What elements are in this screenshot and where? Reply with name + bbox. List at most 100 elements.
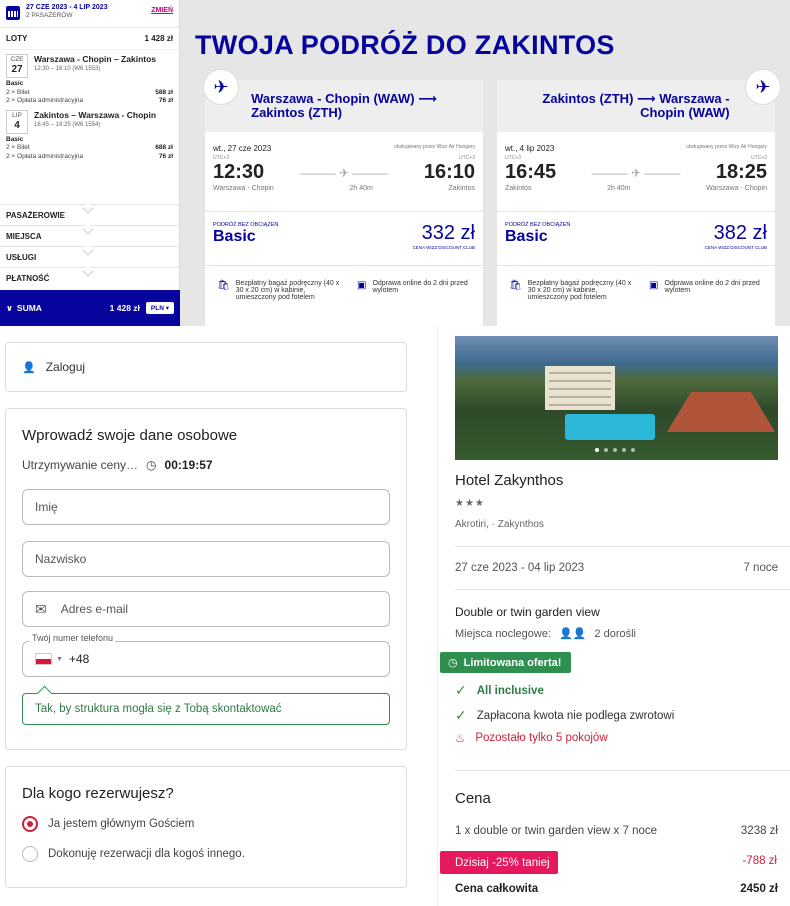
last-name-field[interactable]: Nazwisko: [22, 541, 390, 577]
perk-label: All inclusive: [476, 684, 544, 697]
first-name-placeholder: Imię: [35, 500, 58, 514]
return-card-route: Zakintos (ZTH) ⟶ Warszawa - Chopin (WAW): [497, 80, 775, 132]
login-button[interactable]: 👤 Zaloguj: [5, 342, 407, 392]
fare-block: PODRÓŻ BEZ OBCIĄŻEŃ Basic 382 zł CENA WI…: [497, 212, 775, 266]
checkin-text: Odprawa online do 2 dni przed wylotem: [664, 280, 760, 294]
photo-roof: [667, 392, 775, 432]
outbound-leg: CZE 27 Warszawa - Chopin – Zakintos 12:3…: [0, 50, 179, 80]
rooms-left-warning: ♨ Pozostało tylko 5 pokojów: [455, 731, 608, 745]
chevron-down-icon[interactable]: ▼: [56, 656, 63, 663]
carousel-dot[interactable]: [622, 448, 626, 452]
radio-someone-else[interactable]: Dokonuję rezerwacji dla kogoś innego.: [22, 846, 390, 862]
checkin-icon: ▣: [357, 280, 367, 291]
check-icon: ✓: [455, 682, 467, 698]
hotel-photo[interactable]: [455, 336, 778, 460]
outbound-flight-card: ✈ Warszawa - Chopin (WAW) ⟶ Zakintos (ZTH…: [203, 69, 483, 326]
sum-label: SUMA: [16, 303, 42, 313]
fare-line-label: 2 × Bilet: [6, 144, 30, 151]
price-line-label: 1 x double or twin garden view x 7 noce: [455, 825, 658, 837]
discount-badge: Dzisiaj -25% taniej: [440, 851, 558, 874]
limited-offer-badge: ◷ Limitowana oferta!: [440, 652, 572, 673]
radio-label: Dokonuję rezerwacji dla kogoś innego.: [48, 848, 245, 860]
last-name-placeholder: Nazwisko: [35, 552, 87, 566]
clock-icon: ◷: [448, 657, 458, 669]
inbound-date-box: LIP 4: [6, 109, 28, 134]
radio-label: Ja jestem głównym Gościem: [48, 818, 195, 830]
fare-line: 2 × Bilet 588 zł: [6, 89, 173, 98]
fare-line-label: 2 × Bilet: [6, 88, 30, 96]
section-passengers[interactable]: PASAŻEROWIE: [0, 204, 180, 225]
fare-line-price: 76 zł: [158, 152, 173, 160]
guests-icon: 👤👤: [559, 628, 587, 640]
outbound-month: CZE: [10, 56, 24, 63]
carousel-dot[interactable]: [595, 448, 599, 452]
section-services[interactable]: USŁUGI: [0, 246, 180, 267]
clock-icon: ◷: [146, 458, 157, 472]
outbound-date-box: CZE 27: [6, 54, 28, 78]
contact-hint: Tak, by struktura mogła się z Tobą skont…: [22, 693, 390, 725]
arrival-time: 18:25: [715, 161, 767, 183]
bag-icon: 🛍: [217, 280, 230, 291]
return-flight-card: ✈ Zakintos (ZTH) ⟶ Warszawa - Chopin (WAW…: [497, 69, 781, 326]
login-label: Zaloguj: [45, 360, 86, 374]
personal-details-form: Wprowadź swoje dane osobowe Utrzymywanie…: [5, 408, 407, 750]
radio-selected[interactable]: [22, 816, 38, 832]
inbound-fare: Basic 2 × Bilet 688 zł 2 × Opłata adminis…: [0, 136, 179, 162]
fare-benefits: 🛍 Bezpłatny bagaż podręczny (40 x 30 x 20…: [205, 266, 483, 301]
carousel-dot[interactable]: [631, 448, 635, 452]
fare-benefits: 🛍 Bezpłatny bagaż podręczny (40 x 30 x 20…: [497, 266, 775, 301]
change-button[interactable]: ZMIEŃ: [151, 7, 173, 14]
checkin-text: Odprawa online do 2 dni przed wylotem: [372, 280, 468, 294]
total-bar[interactable]: ∨ SUMA 1 428 zł PLN ▾: [0, 290, 180, 326]
fare-line: 2 × Bilet 688 zł: [6, 144, 173, 153]
photo-building: [545, 366, 615, 410]
checkin-icon: ▣: [649, 280, 659, 291]
rooms-left-label: Pozostało tylko 5 pokojów: [475, 732, 608, 744]
first-name-field[interactable]: Imię: [22, 489, 390, 525]
section-seats[interactable]: MIEJSCA: [0, 225, 180, 246]
price-line: 1 x double or twin garden view x 7 noce …: [455, 825, 778, 837]
limited-offer-label: Limitowana oferta!: [463, 656, 562, 669]
fare-block: PODRÓŻ BEZ OBCIĄŻEŃ Basic 332 zł CENA WI…: [205, 212, 483, 266]
trip-dates: 27 CZE 2023 - 4 LIP 2023: [26, 4, 108, 11]
fare-name: Basic: [213, 228, 256, 245]
departure-time: 16:45: [505, 161, 557, 183]
flights-total: 1 428 zł: [144, 34, 173, 43]
route-line: Zakintos (ZTH): [251, 105, 343, 120]
stay-dates: 27 cze 2023 - 04 lip 2023 7 noce: [455, 562, 778, 574]
photo-pool: [565, 414, 655, 440]
departure-time: 12:30: [213, 161, 265, 183]
perk-all-inclusive: ✓ All inclusive: [455, 682, 544, 699]
email-field[interactable]: ✉ Adres e-mail: [22, 591, 390, 627]
inbound-fare-name: Basic: [6, 135, 24, 143]
carousel-dots[interactable]: [595, 448, 635, 452]
occupancy-label: Miejsca noclegowe:: [455, 627, 551, 640]
user-icon: 👤: [22, 361, 36, 374]
calendar-icon: [6, 6, 20, 20]
route-line: Zakintos (ZTH) ⟶ Warszawa -: [542, 91, 730, 106]
plane-arrow-icon: ——— ✈ ———: [591, 165, 681, 180]
carousel-dot[interactable]: [604, 448, 608, 452]
fare-line: 2 × Opłata administracyjna 76 zł: [6, 153, 173, 162]
carousel-dot[interactable]: [613, 448, 617, 452]
poland-flag-icon[interactable]: [35, 653, 52, 665]
phone-field[interactable]: ▼ +48: [22, 641, 390, 677]
divider: [455, 589, 790, 590]
radio-main-guest[interactable]: Ja jestem głównym Gościem: [22, 816, 390, 832]
inbound-day: 4: [14, 119, 20, 131]
divider: [455, 546, 790, 547]
total-label: Cena całkowita: [455, 883, 539, 895]
passenger-count: 2 PASAŻERÓW: [26, 12, 73, 19]
hold-timer: 00:19:57: [164, 458, 213, 472]
chevron-down-icon: ∨: [6, 302, 13, 313]
email-placeholder: Adres e-mail: [60, 602, 129, 616]
discount-club-label: CENA WIZZ DISCOUNT CLUB: [704, 245, 767, 250]
flights-label: LOTY: [6, 34, 28, 43]
currency-select[interactable]: PLN ▾: [145, 302, 174, 314]
route-line: Warszawa - Chopin (WAW) ⟶: [251, 91, 437, 106]
outbound-route: Warszawa - Chopin – Zakintos: [34, 54, 157, 64]
total-value: 2450 zł: [740, 883, 778, 895]
radio-unselected[interactable]: [22, 846, 38, 862]
section-payment[interactable]: PŁATNOŚĆ: [0, 267, 180, 288]
price-line-value: 3238 zł: [740, 825, 778, 837]
